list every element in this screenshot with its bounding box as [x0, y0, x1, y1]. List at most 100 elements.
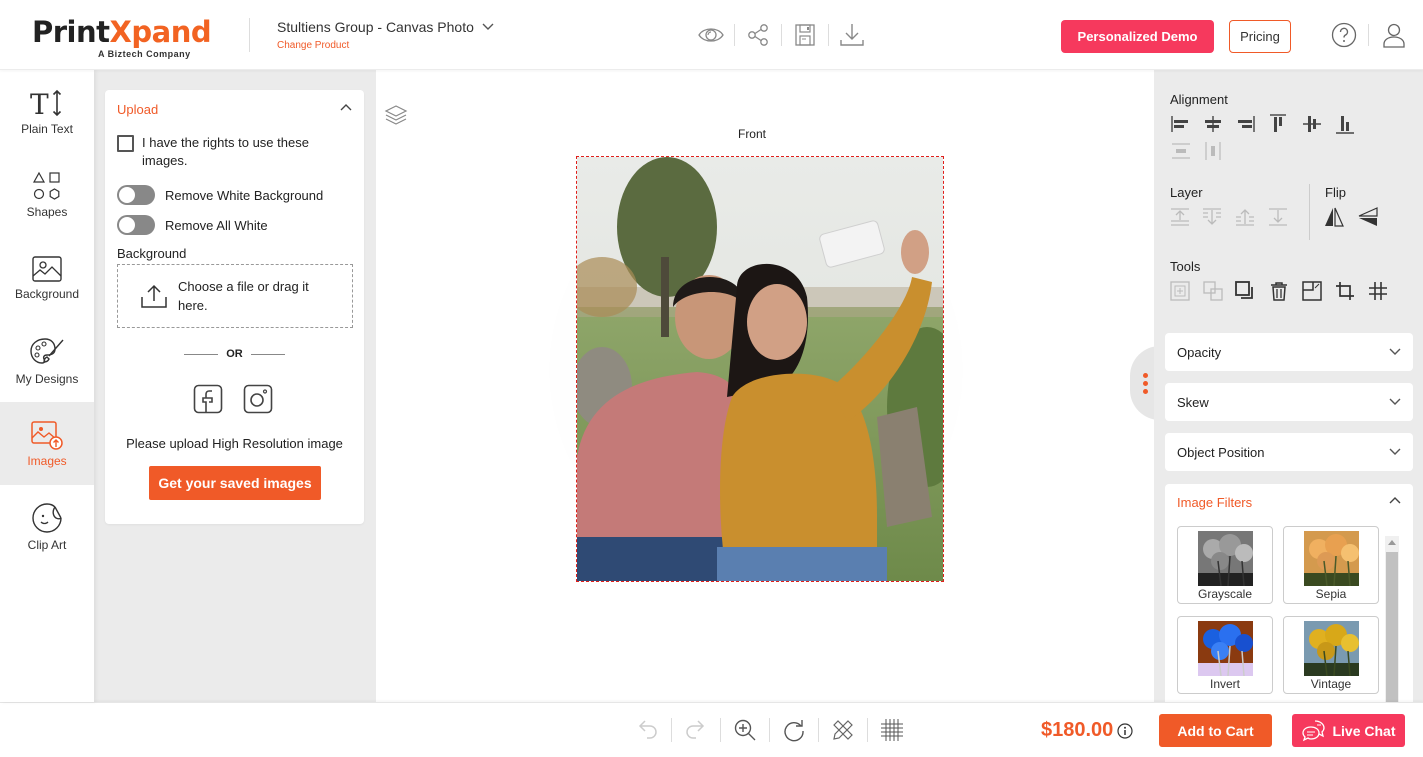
text-icon: T — [30, 88, 64, 118]
distribute-vertical-icon[interactable] — [1202, 140, 1224, 162]
sidebar-item-label: Shapes — [26, 204, 68, 219]
sidebar-item-background[interactable]: Background — [0, 236, 94, 319]
preview-eye-icon[interactable] — [694, 18, 728, 52]
share-icon[interactable] — [741, 18, 775, 52]
delete-trash-icon[interactable] — [1268, 280, 1290, 302]
opacity-accordion[interactable]: Opacity — [1165, 333, 1413, 371]
upload-card: Upload I have the rights to use these im… — [105, 90, 364, 524]
sidebar-item-label: Background — [14, 286, 80, 301]
canvas-photo[interactable] — [576, 156, 944, 582]
filters-scrollbar[interactable] — [1385, 536, 1399, 716]
send-to-back-icon[interactable] — [1267, 206, 1289, 228]
logo-subtitle: A Biztech Company — [98, 49, 191, 59]
duplicate-icon[interactable] — [1234, 280, 1256, 302]
undo-icon[interactable] — [630, 715, 664, 745]
svg-text:T: T — [30, 88, 49, 118]
filter-grayscale[interactable]: Grayscale — [1177, 526, 1273, 604]
bottom-toolbar: $180.00 Add to Cart Live Chat — [0, 702, 1423, 757]
sticker-icon — [31, 502, 63, 534]
align-right-icon[interactable] — [1234, 113, 1256, 135]
accordion-label: Opacity — [1177, 344, 1222, 360]
sidebar-item-images[interactable]: Images — [0, 402, 94, 485]
help-icon[interactable] — [1331, 22, 1357, 48]
chevron-down-icon — [1389, 398, 1401, 406]
filter-invert[interactable]: Invert — [1177, 616, 1273, 694]
sidebar-item-plain-text[interactable]: T Plain Text — [0, 70, 94, 153]
get-saved-images-button[interactable]: Get your saved images — [149, 466, 321, 500]
group-icon[interactable] — [1169, 280, 1191, 302]
flip-horizontal-icon[interactable] — [1323, 206, 1345, 228]
add-to-cart-button[interactable]: Add to Cart — [1159, 714, 1272, 747]
redo-icon[interactable] — [679, 715, 713, 745]
crop-icon[interactable] — [1334, 280, 1356, 302]
image-filters-title[interactable]: Image Filters — [1177, 495, 1252, 510]
rights-checkbox-row: I have the rights to use these images. — [117, 134, 347, 170]
sepia-thumbnail — [1304, 531, 1359, 586]
image-upload-icon — [30, 420, 64, 450]
file-dropzone[interactable]: Choose a file or drag it here. — [117, 264, 353, 328]
grid-icon[interactable] — [875, 715, 909, 745]
separator — [818, 718, 819, 742]
hi-res-hint: Please upload High Resolution image — [126, 436, 343, 451]
align-bottom-icon[interactable] — [1334, 113, 1356, 135]
rights-checkbox[interactable] — [117, 135, 134, 152]
sidebar-item-my-designs[interactable]: My Designs — [0, 319, 94, 402]
flip-vertical-icon[interactable] — [1357, 206, 1379, 228]
scroll-up-arrow-icon[interactable] — [1388, 540, 1396, 545]
ruler-pencil-icon[interactable] — [826, 715, 860, 745]
remove-all-white-toggle[interactable] — [117, 215, 155, 235]
filter-sepia[interactable]: Sepia — [1283, 526, 1379, 604]
bring-to-front-icon[interactable] — [1234, 206, 1256, 228]
dot — [1142, 372, 1148, 378]
separator — [720, 718, 721, 742]
toggle-label: Remove All White — [165, 217, 268, 233]
separator — [828, 24, 829, 46]
instagram-icon[interactable] — [243, 384, 273, 414]
zoom-in-icon[interactable] — [728, 715, 762, 745]
filter-label: Sepia — [1315, 587, 1347, 601]
social-import-row — [193, 384, 273, 414]
dot — [1142, 380, 1148, 386]
toggle-label: Remove White Background — [165, 187, 324, 203]
product-selector[interactable]: Stultiens Group - Canvas Photo — [277, 19, 494, 35]
download-icon[interactable] — [835, 18, 869, 52]
align-left-icon[interactable] — [1170, 113, 1192, 135]
pricing-button[interactable]: Pricing — [1229, 20, 1291, 53]
accordion-label: Object Position — [1177, 444, 1265, 460]
rights-label: I have the rights to use these images. — [142, 135, 309, 168]
sidebar-item-clip-art[interactable]: Clip Art — [0, 485, 94, 568]
sidebar-item-label: Plain Text — [21, 121, 73, 136]
remove-white-background-toggle[interactable] — [117, 185, 155, 205]
bring-forward-icon[interactable] — [1169, 206, 1191, 228]
grid-hash-icon[interactable] — [1367, 280, 1389, 302]
selfie-couple-photo — [577, 157, 943, 581]
layers-icon[interactable] — [384, 104, 408, 128]
sidebar-item-label: Clip Art — [27, 537, 67, 552]
distribute-horizontal-icon[interactable] — [1170, 140, 1192, 162]
user-account-icon[interactable] — [1381, 22, 1407, 48]
resize-icon[interactable] — [1301, 280, 1323, 302]
align-center-horizontal-icon[interactable] — [1202, 113, 1224, 135]
send-backward-icon[interactable] — [1201, 206, 1223, 228]
or-divider: OR — [105, 348, 364, 360]
chevron-up-icon[interactable] — [1389, 496, 1401, 504]
filter-vintage[interactable]: Vintage — [1283, 616, 1379, 694]
ungroup-icon[interactable] — [1202, 280, 1224, 302]
rotate-icon[interactable] — [777, 715, 811, 745]
object-position-accordion[interactable]: Object Position — [1165, 433, 1413, 471]
change-product-link[interactable]: Change Product — [277, 40, 349, 51]
printxpand-logo[interactable]: PrintXpand A Biztech Company — [32, 16, 212, 62]
chevron-up-icon[interactable] — [340, 103, 352, 111]
align-middle-vertical-icon[interactable] — [1301, 113, 1323, 135]
scrollbar-thumb[interactable] — [1386, 552, 1398, 712]
live-chat-button[interactable]: Live Chat — [1292, 714, 1405, 747]
sidebar-item-shapes[interactable]: Shapes — [0, 153, 94, 236]
skew-accordion[interactable]: Skew — [1165, 383, 1413, 421]
facebook-icon[interactable] — [193, 384, 223, 414]
info-icon[interactable] — [1117, 722, 1133, 739]
top-header: PrintXpand A Biztech Company Stultiens G… — [0, 0, 1423, 70]
save-icon[interactable] — [788, 18, 822, 52]
align-top-icon[interactable] — [1267, 113, 1289, 135]
upload-title: Upload — [117, 102, 159, 117]
personalized-demo-button[interactable]: Personalized Demo — [1061, 20, 1214, 53]
